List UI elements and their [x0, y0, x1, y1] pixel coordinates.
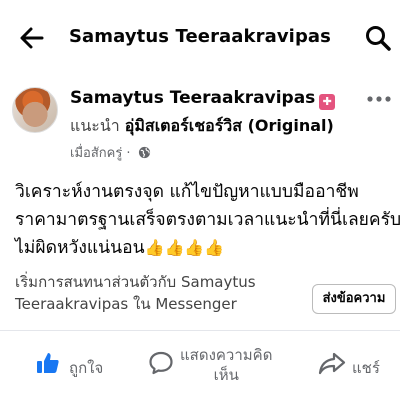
author-avatar[interactable]: [12, 87, 58, 133]
badge-icon: ✚: [319, 94, 336, 110]
post-line: ไม่ผิดหวังแน่นอน👍👍👍👍: [15, 234, 395, 262]
comment-icon: [149, 351, 173, 375]
send-message-button[interactable]: ส่งข้อความ: [312, 284, 396, 314]
messenger-promo: เริ่มการสนทนาส่วนตัวกับ Samaytus Teeraak…: [15, 271, 305, 315]
post-line: ราคามาตรฐานเสร็จตรงตามเวลาแนะนำที่นี่เลย…: [15, 210, 400, 230]
share-label: แชร์: [352, 359, 380, 377]
globe-icon: [138, 146, 150, 159]
like-label: ถูกใจ: [69, 359, 104, 377]
thumbs-up-emoji: 👍👍👍👍: [144, 238, 225, 257]
search-icon[interactable]: [364, 24, 392, 52]
post-meta: เมื่อสักครู่ ·: [70, 142, 151, 163]
post-line: วิเคราะห์งานตรงจุด แก้ไขปัญหาแบบมืออาชีพ: [15, 182, 359, 202]
post-author-name[interactable]: Samaytus Teeraakravipas ✚: [70, 88, 336, 110]
intro-label: แนะนำ: [70, 116, 120, 135]
comment-label-line-1: แสดงความคิด: [180, 346, 273, 364]
comment-label: แสดงความคิด เห็น: [180, 345, 272, 385]
top-bar: Samaytus Teeraakravipas: [0, 0, 400, 72]
post-author-label: Samaytus Teeraakravipas: [70, 88, 316, 108]
promo-line-2: Teeraakravipas ใน Messenger: [15, 295, 237, 313]
like-icon: [37, 353, 59, 373]
divider: [0, 330, 400, 331]
more-options-icon[interactable]: [366, 94, 392, 104]
promo-line-1: เริ่มการสนทนาส่วนตัวกับ Samaytus: [15, 273, 256, 291]
share-icon: [318, 352, 346, 375]
post-intro: แนะนำ อุ่มิสเตอร์เชอร์วิส (Original): [70, 114, 334, 139]
page-title: Samaytus Teeraakravipas: [68, 26, 331, 47]
intro-author-link[interactable]: อุ่มิสเตอร์เชอร์วิส (Original): [125, 116, 334, 135]
post-line-text: ไม่ผิดหวังแน่นอน: [15, 238, 145, 258]
post-body: วิเคราะห์งานตรงจุด แก้ไขปัญหาแบบมืออาชีพ…: [15, 178, 400, 262]
post-timestamp: เมื่อสักครู่ ·: [70, 146, 131, 161]
comment-label-line-2: เห็น: [213, 366, 239, 384]
